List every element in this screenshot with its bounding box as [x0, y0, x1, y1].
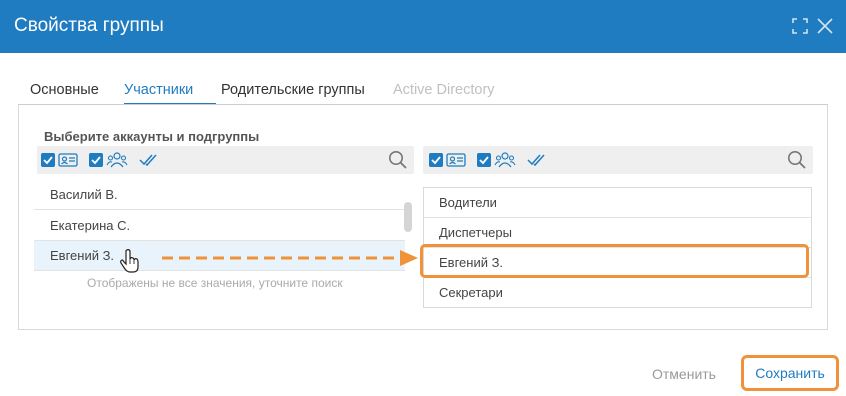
- filter-users-toggle[interactable]: [429, 151, 467, 169]
- tab-bar: Основные Участники Родительские группы A…: [18, 78, 828, 105]
- user-card-icon: [446, 153, 466, 167]
- left-filter-toolbar: [37, 146, 414, 174]
- save-button[interactable]: Сохранить: [741, 355, 839, 391]
- list-item[interactable]: Евгений З.: [424, 248, 811, 278]
- tab-general[interactable]: Основные: [30, 82, 99, 98]
- hand-cursor-icon: [120, 249, 139, 273]
- members-panel: Выберите аккаунты и подгруппы Василий В.…: [18, 104, 828, 330]
- maximize-icon[interactable]: [790, 16, 810, 36]
- checkbox-icon: [41, 153, 55, 167]
- filter-groups-toggle[interactable]: [89, 151, 129, 169]
- list-item[interactable]: Водители: [424, 188, 811, 218]
- double-check-icon[interactable]: [527, 151, 545, 169]
- checkbox-icon: [429, 153, 443, 167]
- list-item[interactable]: Секретари: [424, 278, 811, 308]
- users-group-icon: [106, 152, 128, 168]
- search-icon[interactable]: [787, 150, 807, 170]
- checkbox-icon: [477, 153, 491, 167]
- group-members-list: Водители Диспетчеры Евгений З. Секретари: [423, 187, 812, 308]
- left-list-scrollbar[interactable]: [404, 202, 412, 232]
- select-accounts-label: Выберите аккаунты и подгруппы: [44, 129, 260, 144]
- cancel-button[interactable]: Отменить: [652, 366, 716, 382]
- checkbox-icon: [89, 153, 103, 167]
- double-check-icon[interactable]: [139, 151, 157, 169]
- close-icon[interactable]: [815, 16, 835, 36]
- tab-parent-groups[interactable]: Родительские группы: [221, 82, 365, 98]
- dialog-title: Свойства группы: [14, 15, 164, 36]
- list-hint-text: Отображены не все значения, уточните пои…: [87, 276, 343, 290]
- search-icon[interactable]: [388, 150, 408, 170]
- filter-groups-toggle[interactable]: [477, 151, 517, 169]
- tab-members[interactable]: Участники: [124, 82, 193, 98]
- filter-users-toggle[interactable]: [41, 151, 79, 169]
- list-item[interactable]: Екатерина С.: [34, 211, 405, 241]
- right-filter-toolbar: [423, 146, 813, 174]
- tab-active-directory: Active Directory: [393, 82, 495, 98]
- drag-arrow-icon: [162, 250, 418, 266]
- list-item[interactable]: Диспетчеры: [424, 218, 811, 248]
- user-card-icon: [58, 153, 78, 167]
- users-group-icon: [494, 152, 516, 168]
- list-item[interactable]: Василий В.: [34, 180, 405, 210]
- title-bar: Свойства группы: [0, 0, 846, 53]
